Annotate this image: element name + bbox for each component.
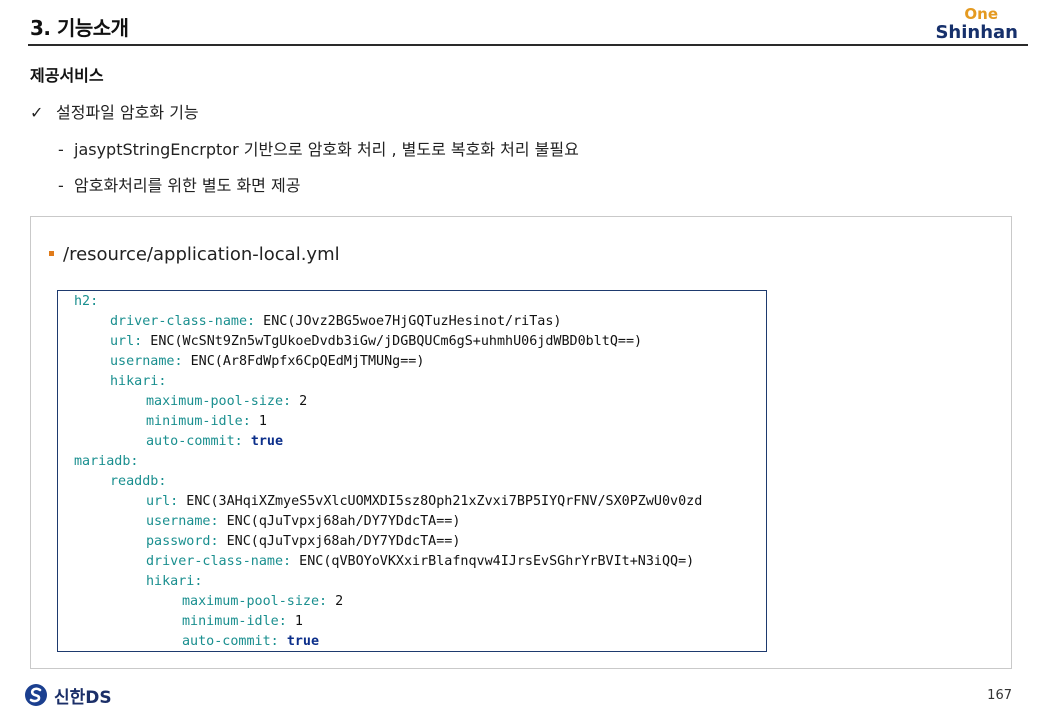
file-path-text: /resource/application-local.yml — [63, 244, 340, 265]
shinhan-ds-logo: 신한DS — [24, 682, 112, 708]
sub-item-label: 암호화처리를 위한 별도 화면 제공 — [74, 176, 301, 195]
section-title: 제공서비스 — [30, 66, 104, 85]
code-line: readdb: — [110, 474, 167, 489]
code-line: hikari: — [146, 574, 203, 589]
page-title: 3. 기능소개 — [30, 16, 129, 40]
code-line: hikari: — [110, 374, 167, 389]
square-bullet-icon — [49, 250, 54, 256]
page-number: 167 — [987, 688, 1012, 703]
sub-item-label: jasyptStringEncrptor 기반으로 암호화 처리 , 별도로 복… — [74, 140, 579, 159]
title-divider — [28, 44, 1028, 46]
dash-bullet: - — [58, 176, 64, 195]
content-panel: /resource/application-local.yml h2: driv… — [30, 216, 1012, 669]
dash-bullet: - — [58, 140, 64, 159]
code-line: minimum-idle: 1 — [146, 414, 267, 429]
check-icon: ✓ — [30, 103, 44, 122]
code-line: username: ENC(Ar8FdWpfx6CpQEdMjTMUNg==) — [110, 354, 425, 369]
sub-item: - 암호화처리를 위한 별도 화면 제공 — [58, 172, 300, 196]
one-shinhan-logo: One Shinhan — [926, 6, 1018, 44]
code-line: password: ENC(qJuTvpxj68ah/DY7YDdcTA==) — [146, 534, 461, 549]
code-line: mariadb: — [74, 454, 139, 469]
code-block: h2: driver-class-name: ENC(JOvz2BG5woe7H… — [57, 290, 767, 652]
code-line: auto-commit: true — [182, 634, 320, 649]
code-line: h2: — [74, 294, 99, 309]
check-item-label: 설정파일 암호화 기능 — [56, 103, 199, 122]
check-item: ✓ 설정파일 암호화 기능 — [30, 99, 199, 123]
sub-item: - jasyptStringEncrptor 기반으로 암호화 처리 , 별도로 … — [58, 136, 579, 160]
code-line: driver-class-name: ENC(qVBOYoVKXxirBlafn… — [146, 554, 695, 569]
code-line: maximum-pool-size: 2 — [146, 394, 308, 409]
shinhan-emblem-icon — [25, 684, 47, 706]
logo-shinhan-text: Shinhan — [935, 22, 1018, 43]
code-line: minimum-idle: 1 — [182, 614, 303, 629]
code-line: maximum-pool-size: 2 — [182, 594, 344, 609]
code-line: username: ENC(qJuTvpxj68ah/DY7YDdcTA==) — [146, 514, 461, 529]
footer-logo-text: 신한DS — [54, 687, 112, 708]
file-path-label: /resource/application-local.yml — [49, 244, 340, 265]
code-line: auto-commit: true — [146, 434, 284, 449]
code-line: driver-class-name: ENC(JOvz2BG5woe7HjGQT… — [110, 314, 562, 329]
code-line: url: ENC(WcSNt9Zn5wTgUkoeDvdb3iGw/jDGBQU… — [110, 334, 643, 349]
code-line: url: ENC(3AHqiXZmyeS5vXlcUOMXDI5sz8Oph21… — [146, 494, 703, 509]
logo-one-text: One — [964, 5, 998, 23]
